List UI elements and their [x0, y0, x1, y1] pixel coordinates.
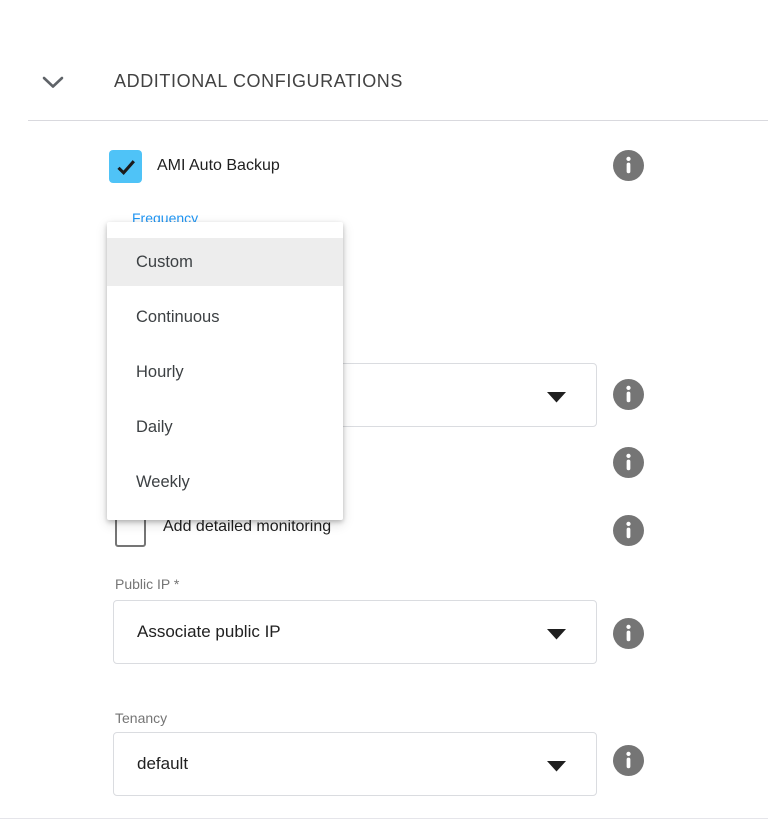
ami-backup-info-button[interactable]	[613, 150, 644, 181]
checkmark-icon	[114, 155, 138, 179]
info-icon	[613, 745, 644, 776]
detailed-monitoring-checkbox[interactable]	[115, 516, 146, 547]
public-ip-value: Associate public IP	[137, 622, 281, 642]
info-icon	[613, 447, 644, 478]
frequency-menu: Custom Continuous Hourly Daily Weekly	[107, 222, 343, 520]
hidden-row-info-button[interactable]	[613, 447, 644, 478]
tenancy-select[interactable]: default	[113, 732, 597, 796]
public-ip-info-button[interactable]	[613, 618, 644, 649]
info-icon	[613, 515, 644, 546]
section-divider	[28, 120, 768, 121]
tenancy-label: Tenancy	[115, 711, 167, 725]
public-ip-select[interactable]: Associate public IP	[113, 600, 597, 664]
additional-configurations-panel: ADDITIONAL CONFIGURATIONS AMI Auto Backu…	[0, 0, 768, 831]
section-title: ADDITIONAL CONFIGURATIONS	[114, 71, 403, 92]
bottom-divider	[0, 818, 768, 819]
tenancy-info-button[interactable]	[613, 745, 644, 776]
info-icon	[613, 618, 644, 649]
frequency-option-custom[interactable]: Custom	[107, 238, 343, 286]
detailed-monitoring-info-button[interactable]	[613, 515, 644, 546]
info-icon	[613, 379, 644, 410]
detailed-monitoring-label: Add detailed monitoring	[163, 517, 331, 537]
caret-down-icon	[546, 759, 567, 771]
frequency-option-weekly[interactable]: Weekly	[107, 458, 343, 506]
frequency-option-hourly[interactable]: Hourly	[107, 348, 343, 396]
ami-auto-backup-label: AMI Auto Backup	[157, 156, 280, 176]
section-collapse-button[interactable]	[36, 68, 70, 96]
tenancy-value: default	[137, 754, 188, 774]
hidden-select-info-button[interactable]	[613, 379, 644, 410]
chevron-down-icon	[42, 76, 64, 89]
frequency-option-daily[interactable]: Daily	[107, 403, 343, 451]
frequency-option-continuous[interactable]: Continuous	[107, 293, 343, 341]
info-icon	[613, 150, 644, 181]
public-ip-label: Public IP *	[115, 577, 179, 591]
caret-down-icon	[546, 390, 567, 402]
caret-down-icon	[546, 627, 567, 639]
ami-auto-backup-checkbox[interactable]	[109, 150, 142, 183]
